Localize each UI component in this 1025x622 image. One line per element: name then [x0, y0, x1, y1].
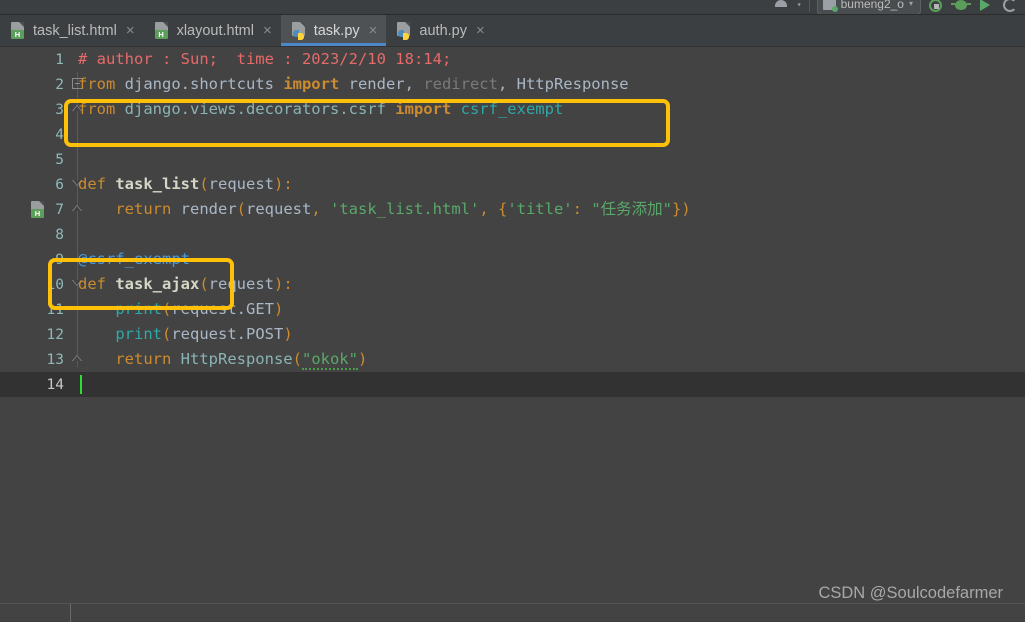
code-line-10: def task_ajax(request): [78, 275, 293, 293]
line-number-5: 5 [55, 151, 64, 168]
tab-task-py[interactable]: task.py × [280, 15, 387, 46]
main-toolbar: ▾ bumeng2_o ▾ [0, 0, 1025, 15]
line-number-3: 3 [55, 101, 64, 118]
line-number-6: 6 [55, 176, 64, 193]
python-file-icon [396, 22, 412, 40]
code-line-12: print(request.POST) [115, 325, 293, 343]
tab-auth-py[interactable]: auth.py × [386, 15, 494, 46]
toolbar-right-group: ▾ bumeng2_o ▾ [772, 0, 1021, 14]
code-line-1: # author : Sun; time : 2023/2/10 18:14; [78, 50, 452, 68]
debug-icon[interactable] [951, 0, 971, 14]
code-line-3: from django.views.decorators.csrf import… [78, 100, 564, 118]
bottom-strip [0, 603, 1025, 622]
code-line-2: from django.shortcuts import render, red… [78, 75, 629, 93]
close-icon[interactable]: × [369, 23, 378, 38]
coverage-icon[interactable] [1003, 0, 1021, 14]
code-line-11: print(request.GET) [115, 300, 284, 318]
html-file-icon: H [10, 22, 26, 39]
line-number-4: 4 [55, 126, 64, 143]
tab-xlayout-html[interactable]: H xlayout.html × [143, 15, 281, 46]
code-line-6: def task_list(request): [78, 175, 293, 193]
tab-label: auth.py [419, 22, 467, 39]
editor-tab-bar: H task_list.html × H xlayout.html × task… [0, 15, 1025, 47]
line-number-2: 2 [55, 76, 64, 93]
code-editor[interactable]: 1 2 3 4 5 6 7 8 9 10 11 12 13 14 H # aut… [0, 47, 1025, 603]
configuration-icon [822, 0, 838, 12]
text-caret [80, 375, 82, 394]
tab-label: xlayout.html [176, 22, 254, 39]
watermark: CSDN @Soulcodefarmer [818, 584, 1003, 602]
run-configuration-selector[interactable]: bumeng2_o ▾ [816, 0, 921, 14]
close-icon[interactable]: × [126, 23, 135, 38]
tab-task-list-html[interactable]: H task_list.html × [0, 15, 144, 46]
run-configuration-label: bumeng2_o [840, 0, 904, 11]
code-content[interactable]: # author : Sun; time : 2023/2/10 18:14; … [78, 47, 1025, 603]
tab-label: task_list.html [33, 22, 117, 39]
close-icon[interactable]: × [476, 23, 485, 38]
line-number-8: 8 [55, 226, 64, 243]
python-file-icon [291, 22, 307, 40]
line-number-13: 13 [46, 351, 64, 368]
html-file-gutter-icon[interactable]: H [30, 201, 46, 218]
close-icon[interactable]: × [263, 23, 272, 38]
html-file-icon: H [154, 22, 170, 39]
line-number-9: 9 [55, 251, 64, 268]
code-line-13: return HttpResponse("okok") [115, 350, 368, 370]
chevron-down-icon: ▾ [908, 0, 913, 8]
code-line-9: @csrf_exempt [78, 250, 190, 268]
avatar-icon[interactable] [772, 0, 790, 14]
stop-icon[interactable] [928, 0, 946, 14]
tab-label: task.py [313, 22, 360, 39]
bottom-divider [70, 604, 71, 622]
editor-gutter[interactable]: 1 2 3 4 5 6 7 8 9 10 11 12 13 14 H [0, 47, 70, 603]
toolbar-divider [808, 0, 810, 12]
line-number-12: 12 [46, 326, 64, 343]
avatar-caret-icon[interactable]: ▾ [797, 0, 802, 9]
code-line-7: return render(request, 'task_list.html',… [115, 200, 691, 218]
line-number-1: 1 [55, 51, 64, 68]
line-number-10: 10 [46, 276, 64, 293]
line-number-14: 14 [0, 372, 70, 397]
run-icon[interactable] [978, 0, 996, 14]
line-number-11: 11 [46, 301, 64, 318]
